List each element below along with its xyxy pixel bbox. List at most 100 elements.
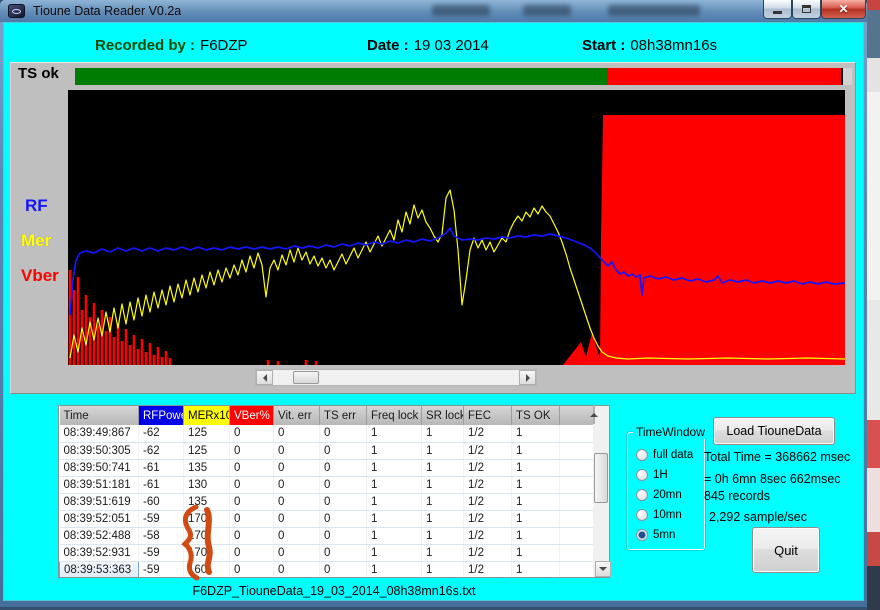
column-header-freq-lock[interactable]: Freq lock xyxy=(367,406,422,425)
radio-full-data[interactable]: full data xyxy=(628,445,704,465)
cell: 1 xyxy=(422,459,464,476)
cell: 0 xyxy=(274,476,320,493)
cell: 170 xyxy=(184,510,230,527)
cell: 0 xyxy=(274,459,320,476)
vber-spike xyxy=(73,290,76,365)
radio-button-icon xyxy=(636,489,648,501)
table-header-row: TimeRFPowerMERx10VBer%Vit. errTS errFreq… xyxy=(60,406,595,425)
radio-10mn[interactable]: 10mn xyxy=(628,505,704,525)
legend-rf-label: RF xyxy=(25,196,48,216)
cell: 1 xyxy=(512,527,560,544)
cell: 1 xyxy=(422,493,464,510)
background-window-sliver xyxy=(867,0,880,610)
cell: 0 xyxy=(230,425,274,442)
cell: 08:39:50:305 xyxy=(60,442,139,459)
table-row[interactable]: 08:39:49:867-62125000111/21 xyxy=(60,425,595,442)
close-button[interactable]: ✕ xyxy=(821,0,866,19)
scrollbar-thumb[interactable] xyxy=(293,371,319,384)
radio-button-icon xyxy=(636,469,648,481)
radio-label: 5mn xyxy=(653,529,675,541)
scrollbar-thumb[interactable] xyxy=(594,453,608,503)
scroll-down-arrow-icon[interactable] xyxy=(595,561,611,577)
cell: 1 xyxy=(367,544,422,561)
vber-spike xyxy=(137,349,140,365)
recorded-by-label: Recorded by : xyxy=(95,37,195,54)
focused-cell: 08:39:53:363 xyxy=(60,561,139,578)
vber-spike xyxy=(133,335,136,365)
radio-20mn[interactable]: 20mn xyxy=(628,485,704,505)
cell: 1 xyxy=(367,527,422,544)
cell: 1 xyxy=(367,510,422,527)
maximize-button[interactable] xyxy=(792,0,821,19)
cell: 08:39:49:867 xyxy=(60,425,139,442)
table-row[interactable]: 08:39:51:181-61130000111/21 xyxy=(60,476,595,493)
table-v-scrollbar[interactable] xyxy=(593,406,609,577)
app-icon xyxy=(8,4,25,18)
cell xyxy=(560,493,595,510)
cell xyxy=(560,544,595,561)
cell: -60 xyxy=(139,493,184,510)
cell: 125 xyxy=(184,425,230,442)
ts-lost-segment xyxy=(608,68,841,85)
column-header-vber-[interactable]: VBer% xyxy=(230,406,274,425)
load-tiounedata-button[interactable]: Load TiouneData xyxy=(713,417,835,445)
title-bar[interactable]: Tioune Data Reader V0.2a ✕ xyxy=(0,0,867,22)
sample-rate-text: 2,292 sample/sec xyxy=(709,510,807,524)
cell: 1/2 xyxy=(464,425,512,442)
cell: 1/2 xyxy=(464,561,512,578)
vber-spike xyxy=(125,329,128,365)
table-row[interactable]: 08:39:52:931-59170000111/21 xyxy=(60,544,595,561)
radio-label: full data xyxy=(653,449,693,461)
cell: 1/2 xyxy=(464,544,512,561)
vber-spike xyxy=(315,361,318,365)
scroll-up-arrow-icon[interactable] xyxy=(593,405,595,424)
cell: 08:39:52:931 xyxy=(60,544,139,561)
cell: 0 xyxy=(230,442,274,459)
vber-spike xyxy=(129,345,132,365)
table-row[interactable]: 08:39:50:305-62125000111/21 xyxy=(60,442,595,459)
cell: 0 xyxy=(320,544,367,561)
cell: 1/2 xyxy=(464,459,512,476)
scroll-right-arrow-icon[interactable] xyxy=(519,370,536,385)
cell: 1 xyxy=(512,544,560,561)
table-row[interactable]: 08:39:52:051-59170000111/21 xyxy=(60,510,595,527)
screen: Tioune Data Reader V0.2a ✕ Recorded by :… xyxy=(0,0,880,610)
table-row[interactable]: 08:39:50:741-61135000111/21 xyxy=(60,459,595,476)
minimize-button[interactable] xyxy=(763,0,792,19)
scroll-left-arrow-icon[interactable] xyxy=(256,370,273,385)
radio-5mn[interactable]: 5mn xyxy=(628,525,704,545)
vber-spike xyxy=(267,360,270,365)
chart-h-scrollbar[interactable] xyxy=(255,369,537,386)
column-header-fec[interactable]: FEC xyxy=(464,406,512,425)
cell: 135 xyxy=(184,459,230,476)
column-header-sr-lock[interactable]: SR lock xyxy=(422,406,464,425)
radio-1h[interactable]: 1H xyxy=(628,465,704,485)
table-row[interactable]: 08:39:53:363-59160000111/21 xyxy=(60,561,595,578)
vber-spike xyxy=(101,310,104,365)
cell: 170 xyxy=(184,544,230,561)
cell: 125 xyxy=(184,442,230,459)
cell: 0 xyxy=(230,527,274,544)
column-header-time[interactable]: Time xyxy=(60,406,139,425)
date: Date :19 03 2014 xyxy=(367,37,489,54)
cell: 1 xyxy=(512,510,560,527)
signal-loss-region xyxy=(563,115,845,365)
column-header-ts-ok[interactable]: TS OK xyxy=(512,406,560,425)
cell: -58 xyxy=(139,527,184,544)
vber-spike xyxy=(121,341,124,365)
cell xyxy=(560,425,595,442)
column-header-merx10[interactable]: MERx10 xyxy=(184,406,230,425)
start-value: 08h38mn16s xyxy=(630,37,717,54)
vber-spike xyxy=(105,331,108,365)
redacted-text xyxy=(432,5,490,16)
table-row[interactable]: 08:39:51:619-60135000111/21 xyxy=(60,493,595,510)
quit-button[interactable]: Quit xyxy=(752,527,820,573)
cell xyxy=(560,510,595,527)
column-header-rfpower[interactable]: RFPower xyxy=(139,406,184,425)
column-header-vit-err[interactable]: Vit. err xyxy=(274,406,320,425)
cell: 0 xyxy=(320,510,367,527)
table-row[interactable]: 08:39:52:488-58170000111/21 xyxy=(60,527,595,544)
column-header-ts-err[interactable]: TS err xyxy=(320,406,367,425)
radio-button-icon xyxy=(636,449,648,461)
cell: 08:39:52:051 xyxy=(60,510,139,527)
